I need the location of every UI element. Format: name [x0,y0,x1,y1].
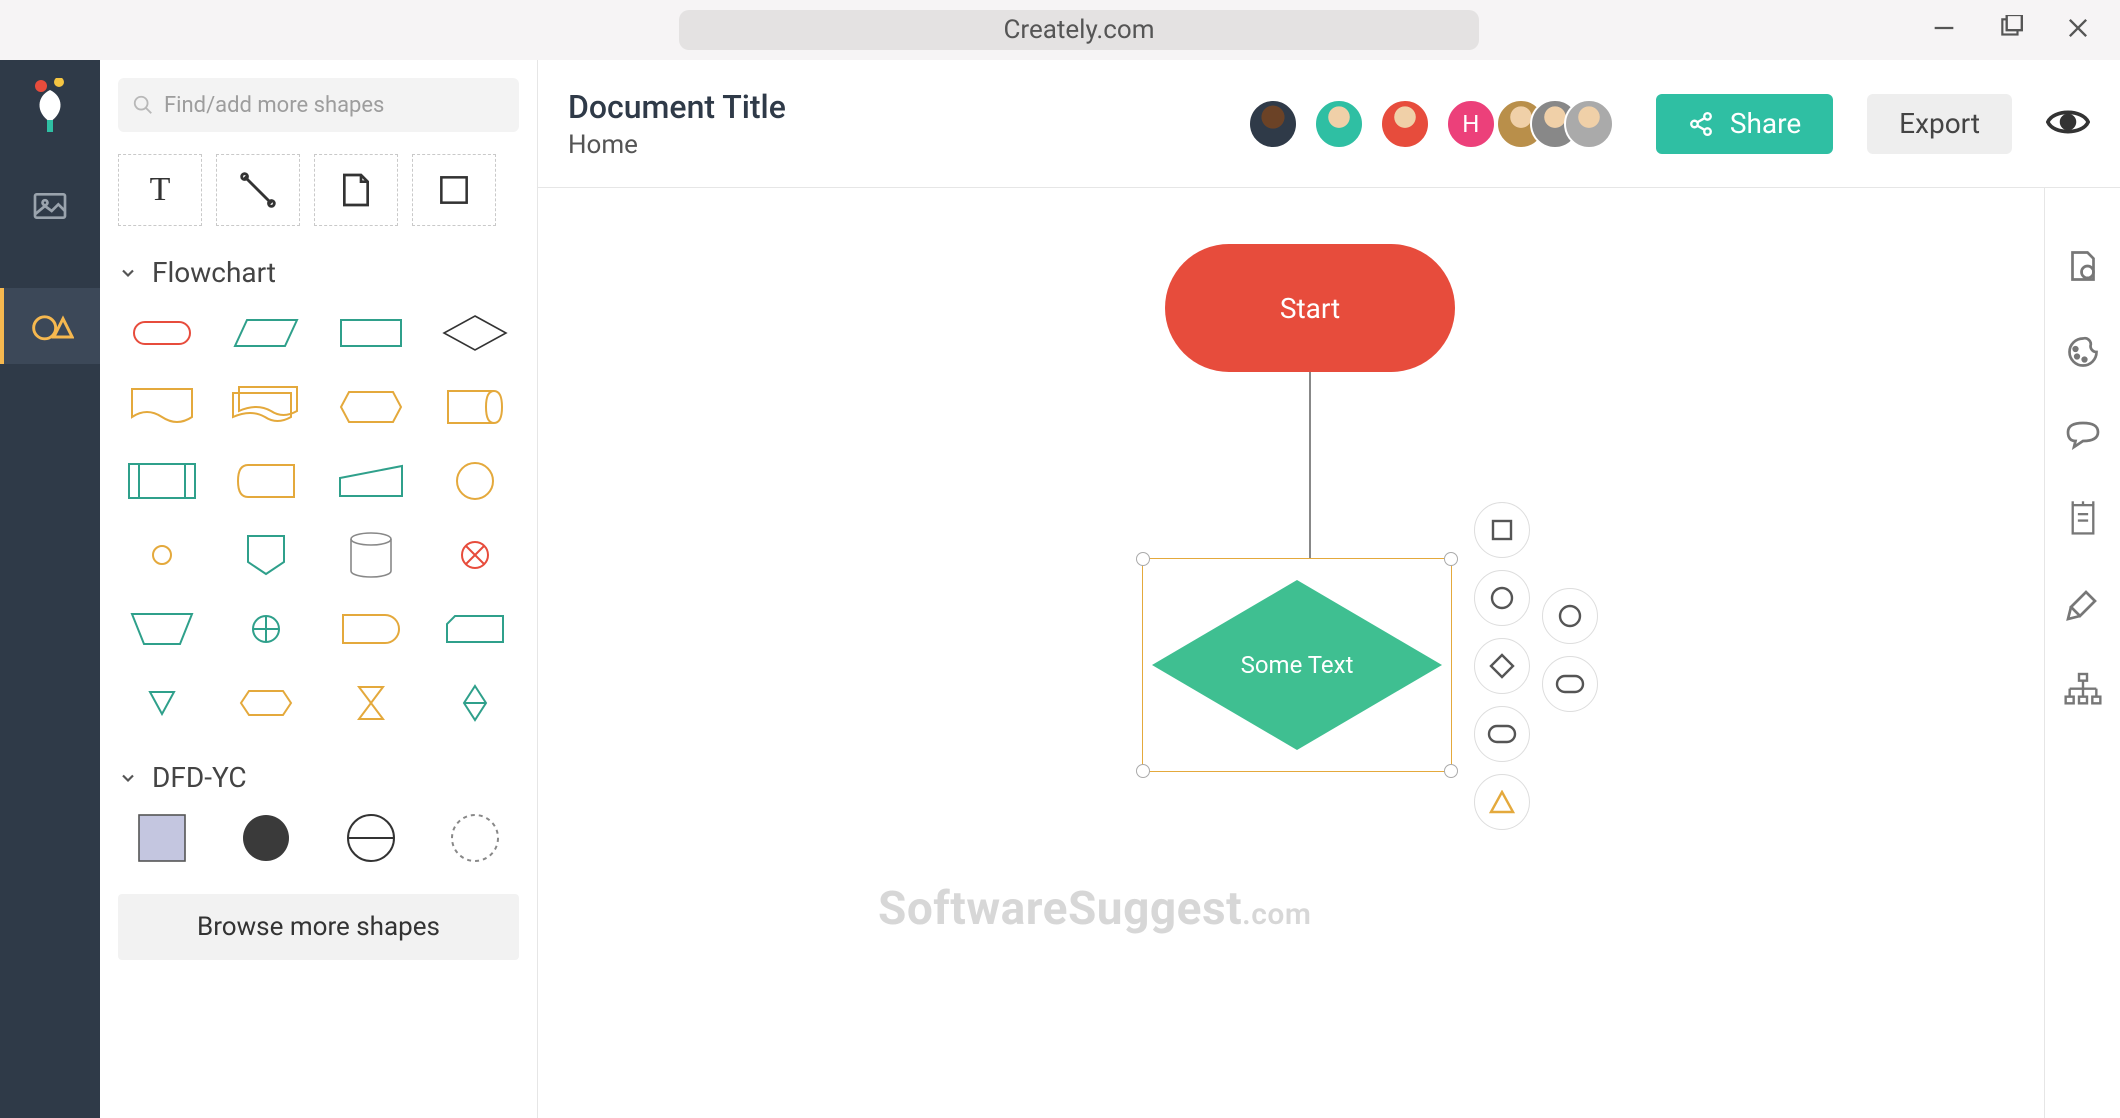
avatar[interactable] [1314,99,1364,149]
panel-theme-icon[interactable] [2065,334,2101,374]
shape-decision[interactable] [431,305,519,361]
tool-page[interactable] [314,154,398,226]
node-decision[interactable]: Some Text [1152,580,1442,750]
shape-document[interactable] [118,379,206,435]
shape-dfd-datastore[interactable] [327,810,415,866]
shape-or[interactable] [222,601,310,657]
shape-sort[interactable] [431,675,519,731]
suggest-circle[interactable] [1474,570,1530,626]
shape-database[interactable] [431,379,519,435]
category-toggle-flowchart[interactable]: Flowchart [118,256,519,289]
node-start[interactable]: Start [1165,244,1455,372]
shape-dfd-boundary[interactable] [431,810,519,866]
share-label: Share [1730,107,1801,140]
document-title[interactable]: Document Title [568,88,786,126]
shape-predefined[interactable] [118,453,206,509]
close-icon[interactable] [2064,14,2092,46]
avatar[interactable] [1564,99,1614,149]
shape-multidoc[interactable] [222,379,310,435]
panel-settings-icon[interactable] [2065,248,2101,288]
watermark: SoftwareSuggest.com [878,882,1311,936]
category-label: DFD-YC [152,761,247,794]
header: Document Title Home H [538,60,2120,188]
shape-process[interactable] [327,305,415,361]
suggest-pill-2[interactable] [1542,656,1598,712]
search-placeholder: Find/add more shapes [164,93,384,118]
avatar[interactable] [1380,99,1430,149]
shape-card[interactable] [431,601,519,657]
suggest-diamond[interactable] [1474,638,1530,694]
connector[interactable] [1309,372,1311,558]
shape-small-connector[interactable] [118,527,206,583]
export-label: Export [1899,107,1980,140]
maximize-icon[interactable] [1998,15,2024,45]
search-icon [132,94,154,116]
url-bar[interactable]: Creately.com [679,10,1479,50]
app-logo[interactable] [27,78,73,124]
resize-handle[interactable] [1136,764,1150,778]
tool-line[interactable] [216,154,300,226]
share-button[interactable]: Share [1656,94,1833,154]
suggest-circle-2[interactable] [1542,588,1598,644]
avatar[interactable] [1182,99,1232,149]
selection-box[interactable]: Some Text [1142,558,1452,772]
shape-dfd-process[interactable] [222,810,310,866]
shape-data[interactable] [222,305,310,361]
export-button[interactable]: Export [1867,94,2012,154]
category-toggle-dfd[interactable]: DFD-YC [118,761,519,794]
resize-handle[interactable] [1444,764,1458,778]
rail-item-image[interactable] [0,168,100,244]
shape-delay[interactable] [327,601,415,657]
preview-icon[interactable] [2046,100,2090,148]
panel-notes-icon[interactable] [2067,500,2099,540]
category-label: Flowchart [152,256,276,289]
search-input[interactable]: Find/add more shapes [118,78,519,132]
shapes-sidebar: Find/add more shapes T Flowchart [100,60,538,1118]
rail-item-shapes[interactable] [0,288,100,364]
suggest-rect[interactable] [1474,502,1530,558]
browse-more-button[interactable]: Browse more shapes [118,894,519,960]
avatar-initial[interactable]: H [1446,99,1496,149]
titlebar: Creately.com [0,0,2120,60]
shape-manualop[interactable] [118,601,206,657]
shape-manualinput[interactable] [327,453,415,509]
left-rail [0,60,100,1118]
tool-text[interactable]: T [118,154,202,226]
shape-merge[interactable] [118,675,206,731]
minimize-icon[interactable] [1930,14,1958,46]
shape-summing[interactable] [431,527,519,583]
shape-display[interactable] [327,379,415,435]
shape-disk[interactable] [327,527,415,583]
suggest-triangle[interactable] [1474,774,1530,830]
suggest-pill[interactable] [1474,706,1530,762]
panel-sitemap-icon[interactable] [2063,672,2103,712]
shape-terminator[interactable] [118,305,206,361]
shape-connector-circle[interactable] [431,453,519,509]
chevron-down-icon [118,263,138,283]
avatar[interactable] [1248,99,1298,149]
shape-stored[interactable] [222,453,310,509]
shape-preparation[interactable] [222,675,310,731]
chevron-down-icon [118,768,138,788]
resize-handle[interactable] [1136,552,1150,566]
shape-offpage[interactable] [222,527,310,583]
panel-style-icon[interactable] [2065,586,2101,626]
shape-dfd-entity[interactable] [118,810,206,866]
tool-rect[interactable] [412,154,496,226]
breadcrumb[interactable]: Home [568,130,786,160]
panel-comments-icon[interactable] [2065,420,2101,454]
share-icon [1688,111,1714,137]
resize-handle[interactable] [1444,552,1458,566]
canvas[interactable]: Start Some Text [538,188,2120,1118]
shape-collate[interactable] [327,675,415,731]
right-rail [2044,188,2120,1118]
